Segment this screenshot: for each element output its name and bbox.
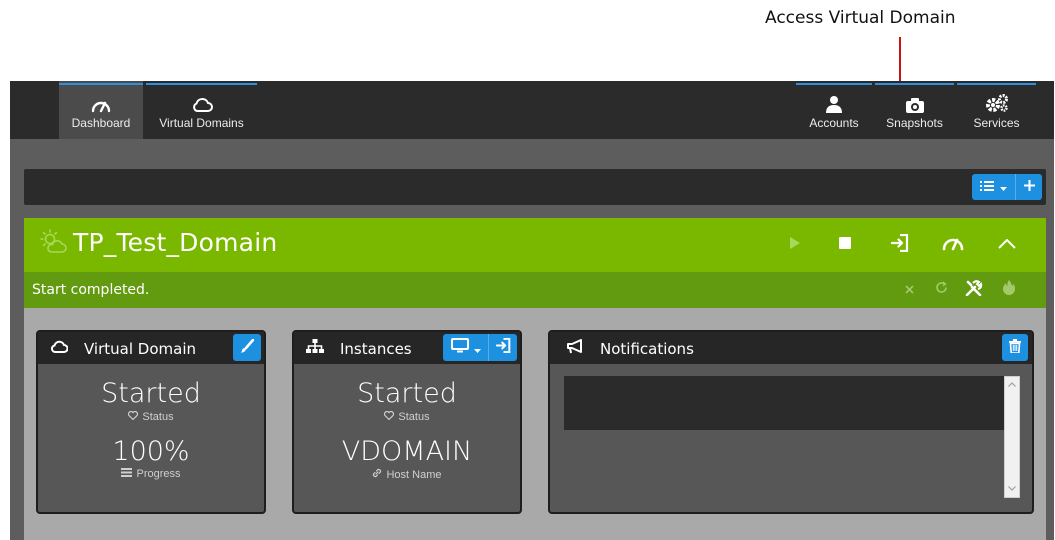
top-nav-bar: Dashboard Virtual Domains Accounts Snaps… bbox=[10, 81, 1054, 139]
clear-notifications-button[interactable] bbox=[1002, 334, 1028, 361]
refresh-icon bbox=[935, 281, 948, 299]
cloud-icon bbox=[191, 91, 213, 113]
nav-accent bbox=[957, 83, 1036, 85]
toolbar-button-group bbox=[972, 174, 1042, 200]
notifications-panel: Notifications bbox=[548, 330, 1034, 514]
sign-in-icon bbox=[495, 337, 511, 357]
nav-services[interactable]: Services bbox=[957, 81, 1036, 139]
chevron-up-icon bbox=[998, 236, 1016, 254]
nav-label-virtual-domains: Virtual Domains bbox=[159, 115, 244, 130]
notification-item bbox=[564, 376, 1004, 430]
stop-domain-button[interactable] bbox=[832, 232, 858, 258]
nav-active-accent bbox=[59, 83, 143, 85]
status-label: Status bbox=[398, 411, 430, 423]
instance-status-value: Started bbox=[357, 378, 457, 409]
tools-icon bbox=[965, 279, 983, 301]
nav-snapshots[interactable]: Snapshots bbox=[875, 81, 954, 139]
close-icon bbox=[904, 281, 914, 299]
progress-caption: Progress bbox=[38, 468, 264, 480]
virtual-domain-panel: Virtual Domain Started Status 100% Progr… bbox=[36, 330, 266, 514]
camera-icon bbox=[905, 91, 925, 113]
partly-cloudy-icon bbox=[40, 229, 68, 260]
domain-status-bar: Start completed. bbox=[24, 272, 1046, 308]
notifications-scrollbar[interactable] bbox=[1004, 376, 1020, 498]
gauge-icon bbox=[91, 91, 111, 113]
instances-panel: Instances Started Status VDOMAIN Host Na… bbox=[292, 330, 522, 514]
access-instance-button[interactable] bbox=[489, 334, 517, 361]
heart-icon bbox=[384, 410, 395, 423]
paintbrush-icon bbox=[240, 338, 255, 357]
cloud-icon bbox=[50, 339, 69, 359]
domain-status-value: Started bbox=[101, 378, 201, 409]
status-caption: Status bbox=[294, 410, 520, 423]
caret-down-icon bbox=[1000, 178, 1007, 196]
gauge-icon bbox=[942, 235, 964, 256]
nav-accent bbox=[796, 83, 872, 85]
panel-title: Notifications bbox=[600, 340, 694, 358]
panel-header: Virtual Domain bbox=[38, 332, 264, 364]
panel-title: Virtual Domain bbox=[84, 340, 196, 358]
sitemap-icon bbox=[306, 339, 324, 359]
panel-title: Instances bbox=[340, 340, 412, 358]
caret-down-icon bbox=[473, 339, 481, 357]
instance-button-group bbox=[443, 334, 517, 361]
domain-toolbar bbox=[24, 169, 1046, 205]
status-label: Status bbox=[142, 411, 174, 423]
user-icon bbox=[825, 91, 843, 113]
nav-label-dashboard: Dashboard bbox=[71, 115, 131, 130]
status-caption: Status bbox=[38, 410, 264, 423]
progress-value: 100% bbox=[112, 436, 190, 467]
refresh-button[interactable] bbox=[930, 279, 952, 301]
domain-header: TP_Test_Domain bbox=[24, 218, 1046, 272]
panel-header: Notifications bbox=[550, 332, 1032, 364]
virtual-domain-card: TP_Test_Domain Start completed. Virtual … bbox=[24, 218, 1046, 540]
tasks-icon bbox=[121, 468, 133, 480]
destroy-button[interactable] bbox=[998, 279, 1020, 301]
panel-header: Instances bbox=[294, 332, 520, 364]
edit-domain-button[interactable] bbox=[233, 334, 261, 361]
notifications-list[interactable] bbox=[564, 376, 1020, 498]
collapse-domain-button[interactable] bbox=[994, 232, 1020, 258]
app-window: Dashboard Virtual Domains Accounts Snaps… bbox=[10, 81, 1054, 540]
host-name-caption: Host Name bbox=[294, 468, 520, 481]
tools-button[interactable] bbox=[963, 279, 985, 301]
host-name-value: VDOMAIN bbox=[341, 436, 473, 467]
nav-accent bbox=[146, 83, 257, 85]
list-view-dropdown-button[interactable] bbox=[972, 174, 1016, 200]
play-icon bbox=[790, 236, 800, 254]
heart-icon bbox=[128, 410, 139, 423]
nav-accent bbox=[875, 83, 954, 85]
list-icon bbox=[980, 178, 994, 196]
sign-in-icon bbox=[890, 233, 909, 257]
console-dropdown-button[interactable] bbox=[443, 334, 489, 361]
nav-label-services: Services bbox=[973, 115, 1020, 130]
monitor-icon bbox=[450, 338, 469, 357]
nav-label-accounts: Accounts bbox=[809, 115, 859, 130]
dismiss-status-button[interactable] bbox=[898, 279, 920, 301]
gears-icon bbox=[985, 91, 1009, 113]
nav-virtual-domains[interactable]: Virtual Domains bbox=[146, 81, 257, 139]
megaphone-icon bbox=[566, 339, 584, 358]
trash-icon bbox=[1009, 338, 1021, 357]
scroll-up-icon[interactable] bbox=[1005, 379, 1019, 389]
access-virtual-domain-button[interactable] bbox=[887, 232, 913, 258]
link-icon bbox=[372, 468, 382, 481]
scroll-down-icon[interactable] bbox=[1005, 483, 1019, 493]
nav-accounts[interactable]: Accounts bbox=[796, 81, 872, 139]
plus-icon bbox=[1023, 178, 1035, 196]
nav-label-snapshots: Snapshots bbox=[886, 115, 943, 130]
stop-icon bbox=[839, 236, 851, 254]
start-domain-button[interactable] bbox=[782, 232, 808, 258]
progress-label: Progress bbox=[136, 468, 181, 480]
status-message: Start completed. bbox=[32, 282, 150, 298]
dashboard-domain-button[interactable] bbox=[940, 232, 966, 258]
add-domain-button[interactable] bbox=[1016, 174, 1042, 200]
annotation-label: Access Virtual Domain bbox=[765, 8, 956, 28]
fire-icon bbox=[1003, 280, 1015, 300]
host-name-label: Host Name bbox=[386, 468, 442, 481]
domain-name: TP_Test_Domain bbox=[73, 228, 278, 257]
nav-dashboard[interactable]: Dashboard bbox=[59, 81, 143, 139]
